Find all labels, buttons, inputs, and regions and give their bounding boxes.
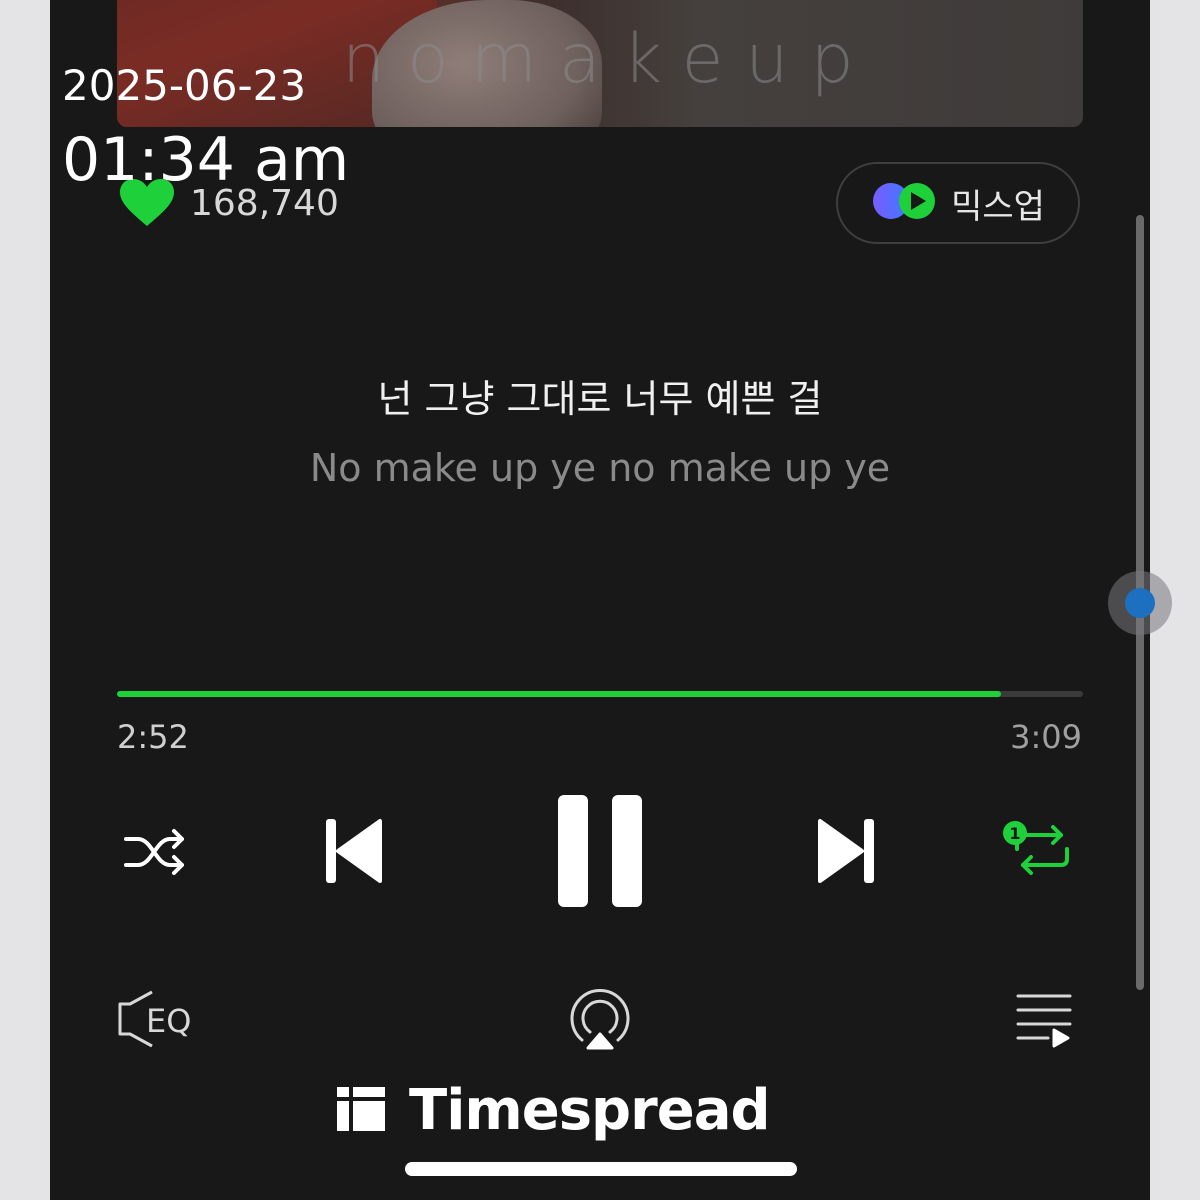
- airplay-icon: [566, 989, 634, 1056]
- current-lyric[interactable]: 넌 그냥 그대로 너무 예쁜 걸: [50, 368, 1150, 423]
- playlist-icon: [1014, 994, 1074, 1054]
- timespread-logo-text: Timespread: [409, 1078, 771, 1143]
- elapsed-time: 2:52: [117, 718, 189, 756]
- mixup-label: 믹스업: [951, 186, 1045, 227]
- shuffle-icon: [122, 825, 188, 879]
- pause-icon: [556, 793, 644, 909]
- progress-fill: [117, 691, 1001, 697]
- eq-label: EQ: [146, 1002, 192, 1040]
- next-button[interactable]: [814, 814, 880, 888]
- previous-icon: [322, 815, 384, 887]
- assistive-touch-indicator[interactable]: [1108, 571, 1172, 635]
- mixup-button[interactable]: 믹스업: [836, 162, 1080, 244]
- shuffle-button[interactable]: [120, 822, 190, 882]
- progress-bar[interactable]: [117, 691, 1083, 697]
- total-duration: 3:09: [1010, 718, 1082, 756]
- timestamp-date: 2025-06-23: [62, 61, 307, 110]
- repeat-badge: 1: [1009, 824, 1020, 843]
- previous-button[interactable]: [320, 814, 386, 888]
- album-art-title-text: nomakeup: [342, 20, 876, 99]
- mixup-icon: [871, 181, 939, 225]
- home-indicator[interactable]: [405, 1162, 797, 1176]
- airplay-button[interactable]: [566, 988, 634, 1052]
- next-lyric[interactable]: No make up ye no make up ye: [50, 446, 1150, 490]
- timespread-logo: Timespread: [335, 1078, 771, 1143]
- playlist-button[interactable]: [1014, 990, 1074, 1050]
- repeat-button[interactable]: 1: [1000, 818, 1076, 882]
- timespread-logo-icon: [335, 1085, 387, 1137]
- eq-button[interactable]: EQ: [116, 988, 198, 1054]
- pause-button[interactable]: [555, 792, 645, 910]
- repeat-one-icon: 1: [1001, 819, 1075, 881]
- timestamp-time: 01:34 am: [62, 125, 350, 195]
- next-icon: [816, 815, 878, 887]
